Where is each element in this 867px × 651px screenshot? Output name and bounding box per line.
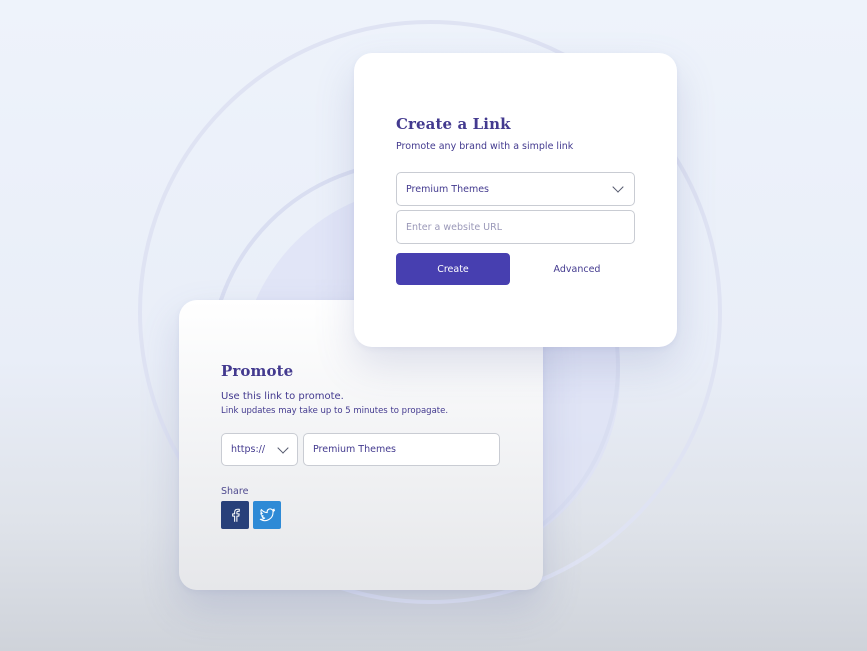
chevron-down-icon: [277, 442, 289, 454]
twitter-share-button[interactable]: [253, 501, 281, 529]
promote-title: Promote: [221, 362, 294, 380]
promote-note: Link updates may take up to 5 minutes to…: [221, 406, 449, 416]
promote-description: Use this link to promote.: [221, 391, 344, 402]
create-link-title: Create a Link: [396, 115, 511, 133]
advanced-button[interactable]: Advanced: [540, 253, 614, 285]
promote-link-value: Premium Themes: [313, 444, 397, 455]
create-button[interactable]: Create: [396, 253, 510, 285]
twitter-icon: [259, 508, 276, 522]
chevron-down-icon: [612, 181, 624, 193]
share-label: Share: [221, 486, 249, 497]
facebook-share-button[interactable]: [221, 501, 249, 529]
facebook-icon: [232, 508, 240, 522]
protocol-select[interactable]: https://: [221, 433, 298, 466]
website-url-placeholder: Enter a website URL: [406, 221, 503, 233]
create-link-subtitle: Promote any brand with a simple link: [396, 141, 574, 152]
theme-select-value: Premium Themes: [406, 183, 490, 195]
website-url-input[interactable]: Enter a website URL: [396, 210, 635, 244]
promote-link-field[interactable]: Premium Themes: [303, 433, 500, 466]
protocol-value: https://: [231, 444, 266, 455]
theme-select[interactable]: Premium Themes: [396, 172, 635, 206]
